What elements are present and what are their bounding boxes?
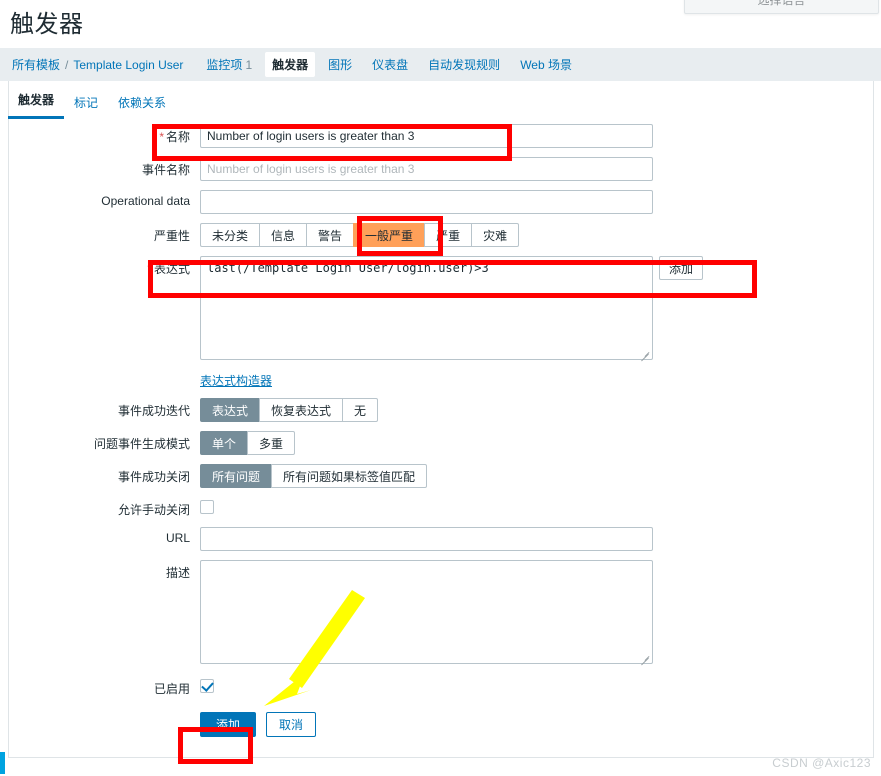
recovery-mode-option-none[interactable]: 无	[342, 398, 379, 422]
language-selector[interactable]: 选择语言	[684, 0, 879, 14]
nav-item-web-scenarios[interactable]: Web 场景	[513, 52, 579, 77]
label-allow-manual-close: 允许手动关闭	[117, 503, 190, 517]
label-expression-text: 表达式	[153, 262, 190, 276]
nav-item-dashboards[interactable]: 仪表盘	[365, 52, 415, 77]
expression-add-button[interactable]: 添加	[659, 256, 704, 280]
problem-event-option-single[interactable]: 单个	[200, 431, 248, 455]
tab-trigger[interactable]: 触发器	[8, 85, 65, 119]
label-spacer-actions	[8, 706, 200, 710]
label-problem-event-generation: 问题事件生成模式	[93, 437, 190, 451]
page-root: 选择语言 触发器 所有模板 / Template Login User 监控项1…	[0, 0, 881, 776]
label-name: * 名称	[8, 124, 200, 145]
operational-data-input[interactable]	[200, 190, 653, 214]
nav-item-items-label: 监控项	[206, 58, 243, 72]
form-row-allow-manual-close: 允许手动关闭	[8, 497, 874, 518]
event-close-option-tag-match[interactable]: 所有问题如果标签值匹配	[271, 464, 428, 488]
recovery-mode-option-expression[interactable]: 表达式	[200, 398, 260, 422]
form-row-severity: 严重性 未分类 信息 警告 一般严重 严重 灾难	[8, 223, 874, 247]
form-row-problem-event-generation: 问题事件生成模式 单个 多重	[8, 431, 874, 455]
label-recovery-mode: 事件成功迭代	[117, 404, 190, 418]
url-input[interactable]	[200, 527, 653, 551]
form-row-event-close: 事件成功关闭 所有问题 所有问题如果标签值匹配	[8, 464, 874, 488]
event-close-option-all-problems[interactable]: 所有问题	[200, 464, 272, 488]
breadcrumb-separator: /	[65, 57, 69, 72]
label-description: 描述	[165, 566, 190, 580]
form-row-url: URL	[8, 527, 874, 551]
label-severity: 严重性	[153, 229, 190, 243]
watermark: CSDN @Axic123	[772, 756, 871, 770]
nav-item-triggers-label: 触发器	[272, 58, 309, 72]
event-close-button-group: 所有问题 所有问题如果标签值匹配	[200, 464, 428, 488]
label-name-text: 名称	[165, 130, 190, 144]
event-name-input[interactable]	[200, 157, 653, 181]
recovery-mode-option-recovery-expression[interactable]: 恢复表达式	[259, 398, 343, 422]
page-title: 触发器	[10, 11, 84, 38]
recovery-mode-button-group: 表达式 恢复表达式 无	[200, 398, 379, 422]
allow-manual-close-checkbox[interactable]	[200, 500, 214, 514]
submit-add-button[interactable]: 添加	[200, 712, 257, 737]
form-row-recovery-mode: 事件成功迭代 表达式 恢复表达式 无	[8, 398, 874, 422]
form-row-expression: *表达式 添加	[8, 256, 874, 363]
description-textarea[interactable]	[200, 560, 653, 664]
form-row-description: 描述	[8, 560, 874, 667]
required-asterisk-expression: *	[147, 262, 152, 276]
label-spacer-constructor	[8, 372, 200, 376]
label-event-name: 事件名称	[141, 163, 190, 177]
severity-option-not-classified[interactable]: 未分类	[200, 223, 260, 247]
label-operational-data: Operational data	[101, 194, 190, 208]
form-row-name: * 名称	[8, 124, 874, 148]
language-selector-label: 选择语言	[757, 0, 805, 8]
form-row-enabled: 已启用	[8, 676, 874, 697]
breadcrumb-template-name[interactable]: Template Login User	[73, 58, 183, 72]
severity-option-information[interactable]: 信息	[259, 223, 307, 247]
required-asterisk-name: *	[159, 130, 164, 144]
tab-dependencies[interactable]: 依赖关系	[108, 88, 176, 119]
nav-item-graphs-label: 图形	[328, 58, 353, 72]
label-event-close: 事件成功关闭	[117, 470, 190, 484]
severity-option-disaster[interactable]: 灾难	[471, 223, 520, 247]
label-url: URL	[165, 531, 190, 545]
left-accent-bar	[0, 752, 5, 774]
form-row-expression-constructor: 表达式构造器	[8, 372, 874, 389]
form-row-actions: 添加 取消	[8, 706, 874, 737]
cancel-button[interactable]: 取消	[266, 712, 317, 737]
form-tabs: 触发器 标记 依赖关系	[8, 85, 176, 119]
severity-option-average[interactable]: 一般严重	[353, 223, 425, 247]
severity-option-high[interactable]: 严重	[424, 223, 472, 247]
form-row-operational-data: Operational data	[8, 190, 874, 214]
object-nav-bar: 所有模板 / Template Login User 监控项 1 触发器 图形 仪…	[0, 48, 881, 81]
problem-event-generation-button-group: 单个 多重	[200, 431, 296, 455]
label-enabled: 已启用	[153, 682, 190, 696]
nav-item-discovery-rules[interactable]: 自动发现规则	[421, 52, 507, 77]
expression-textarea[interactable]	[200, 256, 653, 360]
nav-item-discovery-rules-label: 自动发现规则	[428, 58, 501, 72]
nav-item-web-scenarios-label: Web 场景	[520, 58, 572, 72]
nav-item-items[interactable]: 监控项 1	[199, 52, 259, 77]
form-actions: 添加 取消	[200, 712, 317, 737]
breadcrumb-all-templates[interactable]: 所有模板	[12, 56, 60, 73]
nav-item-graphs[interactable]: 图形	[321, 52, 359, 77]
severity-button-group: 未分类 信息 警告 一般严重 严重 灾难	[200, 223, 520, 247]
name-input[interactable]	[200, 124, 653, 148]
enabled-checkbox[interactable]	[200, 679, 214, 693]
severity-option-warning[interactable]: 警告	[306, 223, 354, 247]
nav-item-triggers[interactable]: 触发器	[265, 52, 316, 77]
label-expression: * 表达式	[8, 256, 200, 277]
form-row-event-name: 事件名称	[8, 157, 874, 181]
trigger-form: *名称 事件名称 Operational data 严重性 未分类 信息 警告 …	[8, 124, 874, 746]
expression-field-wrap	[200, 256, 653, 363]
tab-tags[interactable]: 标记	[64, 88, 108, 119]
description-field-wrap	[200, 560, 653, 667]
expression-constructor-link[interactable]: 表达式构造器	[200, 372, 272, 389]
nav-item-items-count: 1	[245, 58, 253, 72]
nav-item-dashboards-label: 仪表盘	[372, 58, 409, 72]
problem-event-option-multiple[interactable]: 多重	[247, 431, 296, 455]
